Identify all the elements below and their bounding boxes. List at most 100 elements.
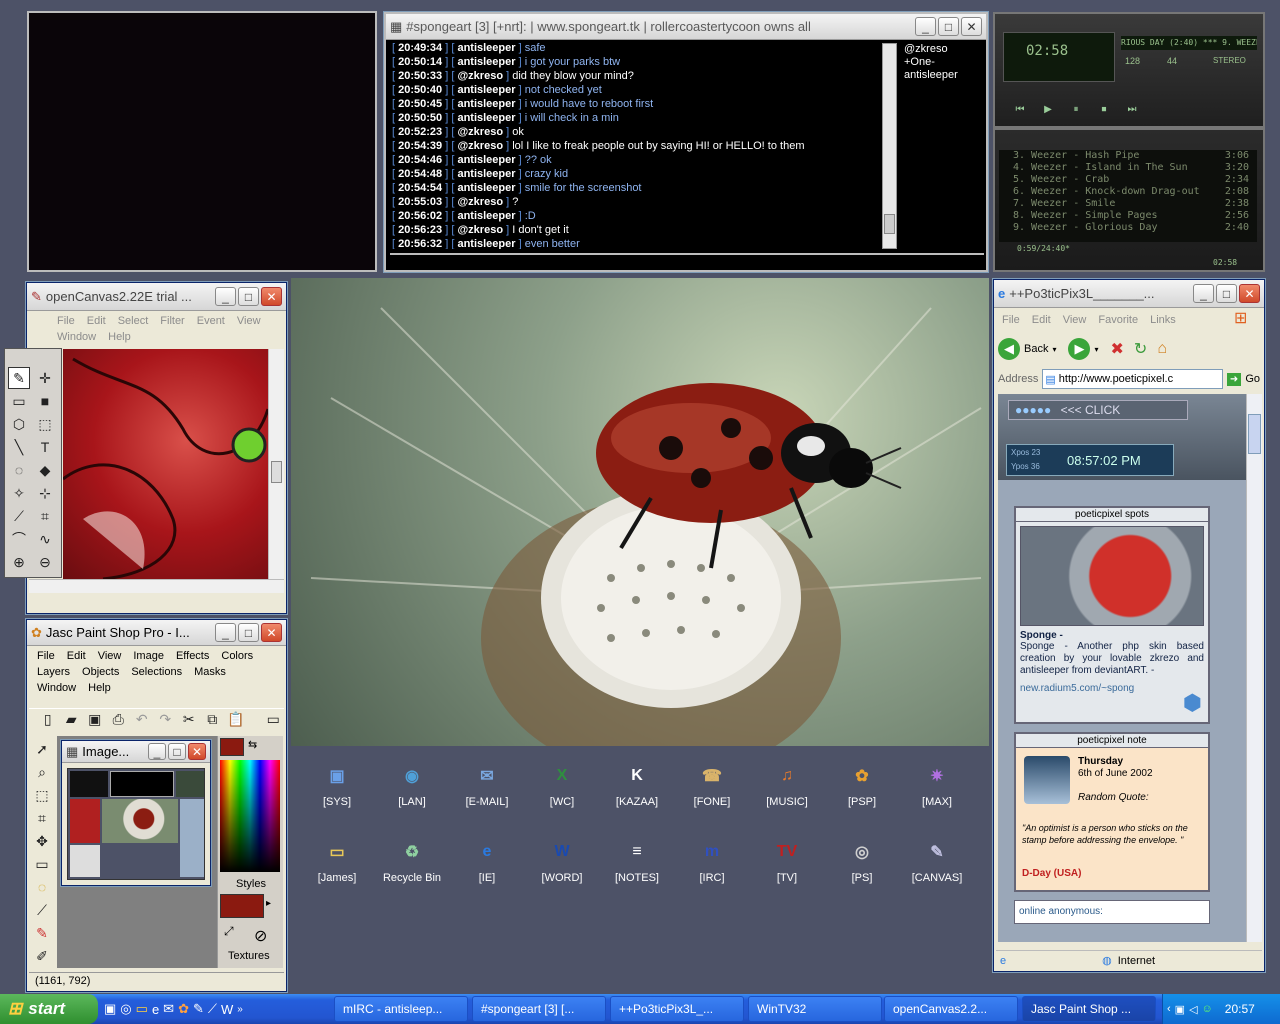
desktop-icon-james[interactable]: ▭ [James] xyxy=(302,836,372,884)
zoom-out-icon[interactable]: ⊖ xyxy=(34,551,56,573)
psp-quick-icon[interactable]: ✿ xyxy=(178,1001,189,1017)
shape-icon[interactable]: ◆ xyxy=(34,459,56,481)
psp-toolbar[interactable]: ▯ ▰ ▣ ⎙ ↶ ↷ ✂ ⧉ 📋 ▭ xyxy=(29,708,284,730)
taskbar-button[interactable]: mIRC - antisleep... xyxy=(334,996,468,1022)
lasso-icon[interactable]: ◌ xyxy=(31,876,53,898)
bezier-icon[interactable]: ∿ xyxy=(34,528,56,550)
opencanvas-toolbox[interactable]: ✎ ✛ ▭ ■ ⬡ ⬚ ╲ T ◌ ◆ ✧ ⊹ ⟋ ⌗ ⌒ ∿ ⊕ ⊖ xyxy=(4,348,62,578)
chat-nick[interactable]: @zkreso xyxy=(457,196,503,208)
playlist-list[interactable]: 3. Weezer - Hash Pipe 3:06 4. Weezer - Isl… xyxy=(999,150,1257,242)
pause-icon[interactable]: ⏸ xyxy=(1065,98,1087,120)
menu-item-select[interactable]: Select xyxy=(112,313,155,329)
paste-icon[interactable]: 📋 xyxy=(225,709,247,731)
chat-log[interactable]: [ 20:49:34 ] [ antisleeper ] safe [ 20:50… xyxy=(390,41,880,249)
ie-quick-icon[interactable]: e xyxy=(152,1002,159,1017)
chat-nick[interactable]: antisleeper xyxy=(457,42,515,54)
close-button[interactable]: ✕ xyxy=(961,17,982,36)
chat-nick[interactable]: antisleeper xyxy=(457,168,515,180)
ie-window[interactable]: e ++Po3ticPix3L_______... _ □ ✕ File Edit… xyxy=(993,279,1265,972)
ie-content[interactable]: ●●●●● <<< CLICK Xpos 23 Ypos 36 08:57:02… xyxy=(998,394,1246,942)
print-icon[interactable]: ⎙ xyxy=(108,709,130,731)
clone-icon[interactable]: ✐ xyxy=(31,945,53,967)
color-swatch-active[interactable] xyxy=(220,738,244,756)
maximize-button[interactable]: □ xyxy=(938,17,959,36)
playlist-item[interactable]: 9. Weezer - Glorious Day 2:40 xyxy=(999,222,1257,234)
back-button[interactable]: Back xyxy=(1024,343,1048,355)
taskbar-button[interactable]: openCanvas2.2... xyxy=(884,996,1018,1022)
no-texture-icon[interactable]: ⊘ xyxy=(254,926,267,946)
menu-item-image[interactable]: Image xyxy=(127,648,170,664)
pointer-icon[interactable]: ➚ xyxy=(31,738,53,760)
chat-nick[interactable]: antisleeper xyxy=(457,112,515,124)
pen-quick-icon[interactable]: ⟋ xyxy=(208,1001,217,1017)
canvas-vscrollbar[interactable] xyxy=(268,349,284,579)
desktop-icon-irc[interactable]: m [IRC] xyxy=(677,836,747,884)
opencanvas-titlebar[interactable]: ✎ openCanvas2.22E trial ... _ □ ✕ xyxy=(27,283,286,311)
minimize-button[interactable]: _ xyxy=(215,287,236,306)
chat-nick[interactable]: antisleeper xyxy=(457,98,515,110)
redo-icon[interactable]: ↷ xyxy=(155,709,177,731)
dropper-icon[interactable]: ⟋ xyxy=(31,899,53,921)
close-button[interactable]: ✕ xyxy=(1239,284,1260,303)
chat-scrollbar[interactable] xyxy=(882,43,897,249)
deform-icon[interactable]: ⬚ xyxy=(31,784,53,806)
playlist-item[interactable]: 5. Weezer - Crab 2:34 xyxy=(999,174,1257,186)
desktop-icon-ps[interactable]: ◎ [PS] xyxy=(827,836,897,884)
move-tool-icon[interactable]: ✛ xyxy=(34,367,56,389)
menu-item-file[interactable]: File xyxy=(31,648,61,664)
desktop-icon-notes[interactable]: ≡ [NOTES] xyxy=(602,836,672,884)
chat-nick[interactable]: @zkreso xyxy=(457,70,503,82)
spots-link[interactable]: new.radium5.com/~spong xyxy=(1016,677,1208,694)
eyedropper-icon[interactable]: ⟋ xyxy=(8,505,30,527)
opencanvas-menubar[interactable]: File Edit Select Filter Event View Window Help xyxy=(27,311,286,347)
menu-item-view[interactable]: View xyxy=(92,648,128,664)
maximize-button[interactable]: □ xyxy=(238,623,259,642)
desktop-icon-fone[interactable]: ☎ [FONE] xyxy=(677,760,747,808)
menu-item-file[interactable]: File xyxy=(996,312,1026,328)
opencanvas-window[interactable]: ✎ openCanvas2.22E trial ... _ □ ✕ File Ed… xyxy=(26,282,287,614)
click-banner[interactable]: ●●●●● <<< CLICK xyxy=(1008,400,1188,420)
psp-tools-column[interactable]: ➚ ⌕ ⬚ ⌗ ✥ ▭ ◌ ⟋ ✎ ✐ xyxy=(31,738,55,968)
zoom-icon[interactable]: ⌕ xyxy=(31,761,53,783)
color-spectrum[interactable] xyxy=(220,760,280,872)
taskbar-button[interactable]: ++Po3ticPix3L_... xyxy=(610,996,744,1022)
curve-icon[interactable]: ⌒ xyxy=(8,528,30,550)
chat-input[interactable] xyxy=(390,253,984,269)
back-icon[interactable]: ◀ xyxy=(998,338,1020,360)
zoom-in-icon[interactable]: ⊕ xyxy=(8,551,30,573)
open-icon[interactable]: ▰ xyxy=(61,709,83,731)
quick-expand-icon[interactable]: » xyxy=(237,1004,243,1015)
psp-menubar[interactable]: File Edit View Image Effects Colors Layers Obje… xyxy=(27,646,282,698)
desktop-icon-kazaa[interactable]: K [KAZAA] xyxy=(602,760,672,808)
close-button[interactable]: ✕ xyxy=(261,623,282,642)
chat-nick[interactable]: @zkreso xyxy=(457,140,503,152)
crop-icon[interactable]: ⌗ xyxy=(31,807,53,829)
desktop-icon-lan[interactable]: ◉ [LAN] xyxy=(377,760,447,808)
maximize-button[interactable]: □ xyxy=(238,287,259,306)
fill-bucket-icon[interactable]: ⬡ xyxy=(8,413,30,435)
menu-item-selections[interactable]: Selections xyxy=(125,664,188,680)
word-quick-icon[interactable]: W xyxy=(221,1002,233,1017)
desktop-icon-tv[interactable]: TV [TV] xyxy=(752,836,822,884)
ie-vscrollbar[interactable] xyxy=(1246,394,1262,942)
outlook-icon[interactable]: ✉ xyxy=(163,1001,174,1017)
refresh-icon[interactable]: ↻ xyxy=(1134,339,1147,359)
chat-nick[interactable]: antisleeper xyxy=(457,210,515,222)
opencanvas-canvas[interactable] xyxy=(63,349,268,579)
maximize-button[interactable]: □ xyxy=(168,743,186,760)
desktop-icon-word[interactable]: W [WORD] xyxy=(527,836,597,884)
menu-item-help[interactable]: Help xyxy=(102,329,137,345)
psp-titlebar[interactable]: ✿ Jasc Paint Shop Pro - I... _ □ ✕ xyxy=(27,620,286,646)
desktop-icon-ie[interactable]: e [IE] xyxy=(452,836,522,884)
desktop-icon-canvas[interactable]: ✎ [CANVAS] xyxy=(902,836,972,884)
text-tool-icon[interactable]: T xyxy=(34,436,56,458)
minimize-button[interactable]: _ xyxy=(1193,284,1214,303)
menu-item-favorite[interactable]: Favorite xyxy=(1092,312,1144,328)
psp-color-palette[interactable]: ⇆ Styles ▸ ⤢ ⊘ Textures xyxy=(217,736,283,968)
chat-nick[interactable]: antisleeper xyxy=(457,84,515,96)
selection-icon[interactable]: ▭ xyxy=(31,853,53,875)
nick-list-item[interactable]: @zkreso xyxy=(904,43,982,56)
playlist-item[interactable]: 4. Weezer - Island in The Sun 3:20 xyxy=(999,162,1257,174)
minimize-button[interactable]: _ xyxy=(215,623,236,642)
irc-channel-window[interactable]: ▦ #spongeart [3] [+nrt]: | www.spongeart… xyxy=(384,12,988,272)
